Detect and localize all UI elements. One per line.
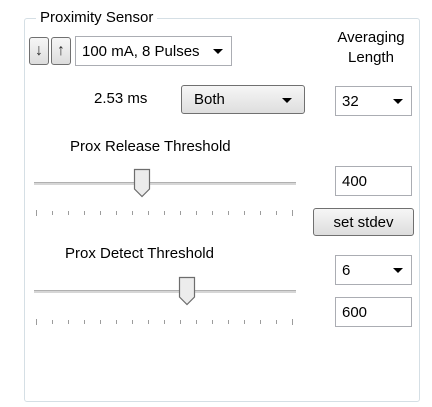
led-current-dropdown[interactable]: 100 mA, 8 Pulses (75, 36, 232, 66)
chevron-down-icon (213, 49, 223, 54)
release-threshold-input[interactable]: 400 (335, 166, 412, 196)
detect-slider-thumb[interactable] (178, 276, 196, 306)
timing-value-label: 2.53 ms (94, 90, 148, 107)
chevron-down-icon (393, 99, 403, 104)
set-stdev-button[interactable]: set stdev (313, 208, 414, 236)
release-slider-track (34, 182, 296, 185)
led-current-value: 100 mA, 8 Pulses (82, 42, 200, 60)
averaging-length-dropdown[interactable]: 32 (335, 86, 412, 116)
mode-dropdown[interactable]: Both (181, 85, 305, 114)
arrow-down-icon: ↓ (35, 42, 43, 59)
detect-threshold-value: 600 (342, 303, 368, 321)
stdev-value: 6 (342, 261, 351, 279)
chevron-down-icon (393, 268, 403, 273)
release-threshold-value: 400 (342, 172, 368, 190)
detect-slider-ticks (36, 319, 293, 325)
averaging-label-line2: Length (348, 49, 394, 66)
set-stdev-label: set stdev (333, 213, 394, 231)
arrow-up-icon: ↑ (57, 42, 65, 59)
release-slider-thumb[interactable] (133, 168, 151, 198)
arrow-up-button[interactable]: ↑ (51, 37, 71, 65)
averaging-label-line1: Averaging (337, 29, 405, 46)
detect-threshold-label: Prox Detect Threshold (65, 245, 214, 262)
chevron-down-icon (282, 97, 292, 103)
group-title: Proximity Sensor (36, 8, 158, 28)
averaging-length-label: Averaging Length (316, 28, 426, 68)
detect-slider-track (34, 290, 296, 293)
averaging-length-value: 32 (342, 92, 359, 110)
release-slider-ticks (36, 210, 293, 216)
release-threshold-label: Prox Release Threshold (70, 138, 231, 155)
stdev-dropdown[interactable]: 6 (335, 255, 412, 285)
arrow-down-button[interactable]: ↓ (29, 37, 49, 65)
detect-threshold-input[interactable]: 600 (335, 297, 412, 327)
mode-value: Both (194, 91, 225, 108)
